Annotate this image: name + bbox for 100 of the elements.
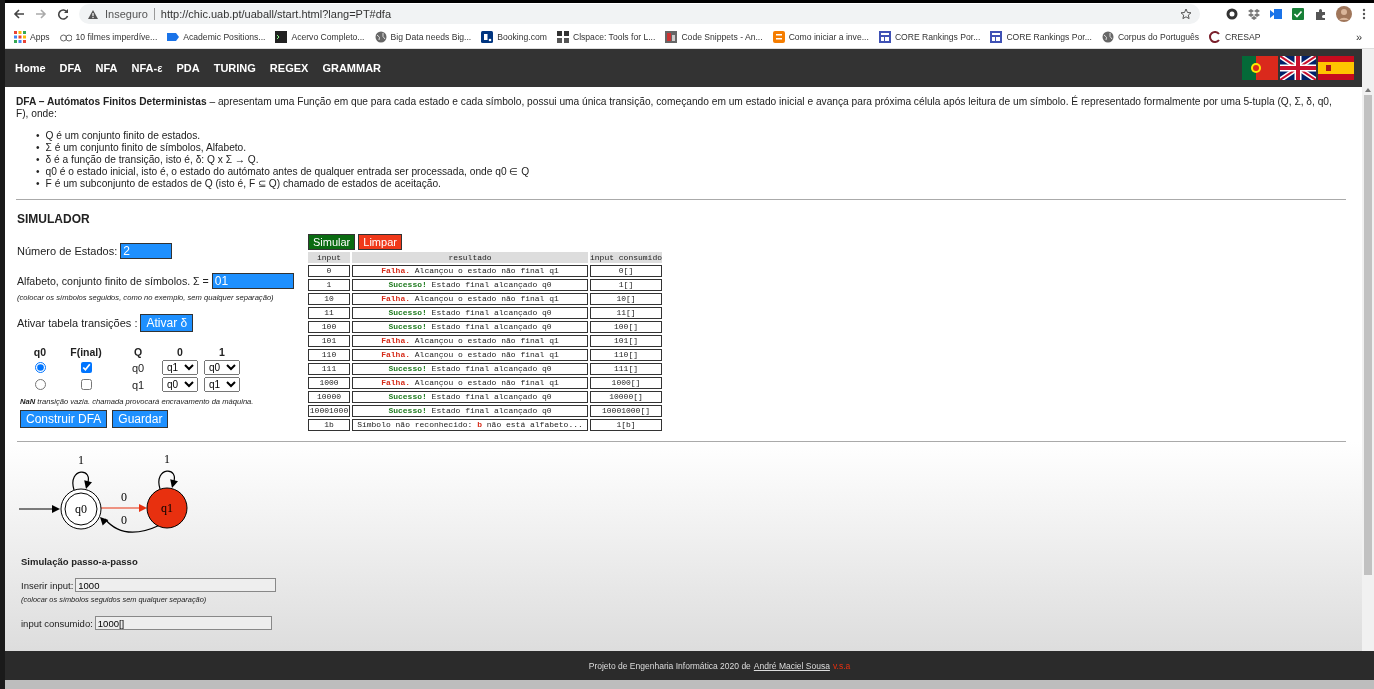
initial-radio[interactable] (34, 379, 46, 390)
flag-extension-icon[interactable] (1270, 8, 1282, 20)
table-cell: 110[] (590, 349, 662, 361)
table-cell: 100[] (590, 321, 662, 333)
nav-link[interactable]: DFA (57, 62, 89, 74)
avatar-icon[interactable] (1336, 6, 1352, 22)
state-node: q0 (60, 488, 102, 530)
table-cell: 10000[] (590, 391, 662, 403)
table-cell: Falha. Alcançou o estado não final q1 (352, 349, 588, 361)
checkmark-extension-icon[interactable] (1292, 8, 1304, 20)
bookmark[interactable]: 10 filmes imperdíve... (54, 28, 163, 45)
column-header: resultado (352, 252, 588, 263)
table-cell: 10000 (308, 391, 350, 403)
table-cell: 10001000[] (590, 405, 662, 417)
square-icon (481, 30, 494, 43)
table-cell: 101[] (590, 335, 662, 347)
consumed-input[interactable]: 1000[] (94, 616, 272, 630)
table-cell: 11[] (590, 307, 662, 319)
scrollbar-thumb[interactable] (1364, 95, 1372, 575)
definition-item: δ é a função de transição, isto é, δ: Q x Σ → Q. (45, 154, 259, 166)
author-link[interactable]: André Maciel Sousa (753, 660, 830, 671)
table-cell: 1[] (590, 279, 662, 291)
grid-icon (14, 30, 26, 43)
reload-icon[interactable] (57, 8, 69, 20)
table-cell: 10[] (590, 293, 662, 305)
bookmark[interactable]: Booking.com (476, 28, 552, 45)
bookmark[interactable]: Como iniciar a inve... (767, 28, 874, 45)
bullet-mark: • (36, 166, 40, 178)
table-cell: 10001000 (308, 405, 350, 417)
field-label: Número de Estados: (17, 245, 118, 257)
bookmark[interactable]: Academic Positions... (162, 28, 271, 45)
simulate-button[interactable]: Simular (308, 234, 356, 250)
british-flag-icon[interactable] (1280, 56, 1316, 80)
state-name: q1 (131, 378, 145, 391)
definition-item: Q é um conjunto finito de estados. (45, 130, 201, 142)
bookmark[interactable]: Corpus do Português (1096, 28, 1205, 45)
step-input[interactable]: 1000 (75, 578, 277, 592)
circle-extension-icon[interactable] (1226, 8, 1238, 20)
terminal-icon (275, 30, 288, 43)
spanish-flag-icon[interactable] (1318, 56, 1354, 80)
nav-link[interactable]: PDA (174, 62, 207, 74)
layout-icon (990, 30, 1003, 43)
bullet-mark: • (36, 154, 40, 166)
back-icon[interactable] (13, 8, 25, 20)
bars-icon (665, 30, 678, 43)
section-title: SIMULADOR (17, 212, 91, 226)
bullet-mark: • (36, 178, 40, 190)
address-bar[interactable]: Inseguro http://chic.uab.pt/uaball/start.html?lang=PT#dfa (79, 4, 1200, 24)
bookmark[interactable]: CORE Rankings Por... (985, 28, 1097, 45)
more-bookmarks-button[interactable]: » (1347, 30, 1370, 43)
nav-link[interactable]: REGEX (267, 62, 316, 74)
table-cell: Falha. Alcançou o estado não final q1 (352, 377, 588, 389)
field-label: Inserir input: (21, 579, 74, 591)
nav-link[interactable]: GRAMMAR (320, 62, 389, 74)
puzzle-icon[interactable] (1314, 8, 1326, 20)
transition-select[interactable]: q1 (162, 360, 198, 375)
nav-link[interactable]: NFA (93, 62, 125, 74)
star-icon[interactable] (1180, 8, 1192, 20)
nav-link[interactable]: NFA-ε (129, 62, 170, 74)
nav-link[interactable]: Home (13, 62, 53, 74)
footer-text: Projeto de Engenharia Informática 2020 de (588, 660, 751, 671)
bookmark[interactable]: CRESAP (1204, 28, 1266, 45)
section-title: Simulação passo-a-passo (21, 556, 139, 567)
table-cell: 1 (308, 279, 350, 291)
clear-button[interactable]: Limpar (358, 234, 402, 250)
dropbox-icon[interactable] (1248, 8, 1260, 20)
final-checkbox[interactable] (80, 362, 92, 373)
bookmark[interactable]: Acervo Completo... (270, 28, 370, 45)
bookmark[interactable]: Big Data needs Big... (369, 28, 477, 45)
transition-label: 1 (164, 452, 170, 466)
column-header: F(inal) (70, 346, 102, 358)
menu-icon[interactable] (1362, 8, 1366, 20)
final-checkbox[interactable] (80, 379, 92, 390)
table-cell: 0[] (590, 265, 662, 277)
transition-select[interactable]: q0 (204, 360, 240, 375)
state-name: q0 (131, 361, 145, 374)
nav-link[interactable]: TURING (211, 62, 263, 74)
transition-select[interactable]: q0 (162, 377, 198, 392)
bookmark[interactable]: CORE Rankings Por... (873, 28, 986, 45)
portuguese-flag-icon[interactable] (1242, 56, 1278, 80)
scroll-up-icon[interactable] (1364, 87, 1372, 93)
table-cell: 100 (308, 321, 350, 333)
table-cell: 1000[] (590, 377, 662, 389)
table-cell: 11 (308, 307, 350, 319)
definition-item: Σ é um conjunto finito de símbolos, Alfabeto. (45, 142, 247, 154)
transition-label: 0 (121, 513, 127, 527)
bookmark[interactable]: Apps (9, 28, 55, 45)
table-cell: 1[b] (590, 419, 662, 431)
definition-item: q0 é o estado inicial, isto é, o estado do autómato antes de qualquer entrada ser processada, onde q0 ∈ Q (45, 166, 530, 178)
layout-icon (878, 30, 891, 43)
bookmark[interactable]: Code Snippets - An... (660, 28, 768, 45)
bullet-mark: • (36, 142, 40, 154)
table-cell: 111 (308, 363, 350, 375)
table-cell: 110 (308, 349, 350, 361)
bookmark[interactable]: Clspace: Tools for L... (551, 28, 661, 45)
table-cell: Falha. Alcançou o estado não final q1 (352, 335, 588, 347)
initial-radio[interactable] (34, 362, 46, 373)
table-cell: Falha. Alcançou o estado não final q1 (352, 293, 588, 305)
field-label: input consumido: (21, 617, 93, 629)
transition-select[interactable]: q1 (204, 377, 240, 392)
